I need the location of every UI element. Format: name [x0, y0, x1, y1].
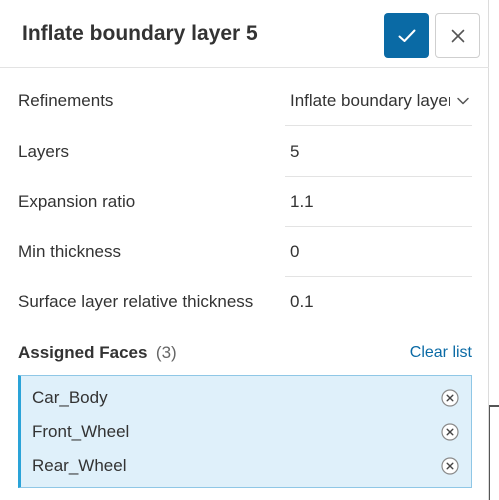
layers-row: Layers 5 — [0, 127, 489, 177]
clear-list-link[interactable]: Clear list — [380, 340, 472, 366]
check-icon — [398, 29, 415, 42]
remove-circle-icon[interactable] — [441, 457, 459, 475]
expansion-ratio-row: Expansion ratio 1.1 — [0, 177, 489, 227]
surface-layer-thickness-row: Surface layer relative thickness 0.1 — [0, 277, 489, 327]
confirm-button[interactable] — [384, 13, 429, 58]
min-thickness-row: Min thickness 0 — [0, 227, 489, 277]
face-label: Front_Wheel — [32, 422, 130, 441]
assigned-faces-count: (3) — [155, 343, 177, 362]
background-edge — [489, 0, 499, 500]
background-divider-vertical — [489, 405, 490, 500]
surface-layer-thickness-label: Surface layer relative thickness — [18, 292, 254, 311]
surface-layer-thickness-input[interactable]: 0.1 — [285, 277, 472, 327]
face-label: Car_Body — [32, 388, 108, 407]
dialog-title: Inflate boundary layer 5 — [22, 22, 258, 45]
face-label: Rear_Wheel — [32, 456, 127, 475]
assigned-faces-list: Car_Body Front_Wheel Rear_Wheel — [18, 375, 472, 488]
background-divider — [489, 405, 499, 407]
assigned-faces-header: Assigned Faces (3) — [18, 340, 177, 366]
close-icon — [451, 29, 464, 42]
expansion-ratio-label: Expansion ratio — [18, 192, 136, 211]
min-thickness-input[interactable]: 0 — [285, 227, 472, 277]
dialog-header: Inflate boundary layer 5 — [0, 0, 489, 68]
refinements-row: Refinements Inflate boundary layer 5 — [0, 76, 489, 126]
remove-circle-icon[interactable] — [441, 389, 459, 407]
remove-circle-icon[interactable] — [441, 423, 459, 441]
chevron-down-icon — [457, 97, 469, 105]
layers-label: Layers — [18, 142, 70, 161]
refinements-select-value: Inflate boundary layer 5 — [290, 91, 450, 110]
refinement-panel: Inflate boundary layer 5 Refinements Inf… — [0, 0, 489, 500]
close-button[interactable] — [435, 13, 480, 58]
min-thickness-label: Min thickness — [18, 242, 121, 261]
list-item[interactable]: Car_Body — [21, 381, 472, 415]
list-item[interactable]: Rear_Wheel — [21, 449, 472, 483]
list-item[interactable]: Front_Wheel — [21, 415, 472, 449]
assigned-faces-title: Assigned Faces — [18, 343, 148, 362]
refinements-select[interactable]: Inflate boundary layer 5 — [285, 76, 472, 126]
layers-input[interactable]: 5 — [285, 127, 472, 177]
expansion-ratio-input[interactable]: 1.1 — [285, 177, 472, 227]
refinements-label: Refinements — [18, 91, 114, 110]
